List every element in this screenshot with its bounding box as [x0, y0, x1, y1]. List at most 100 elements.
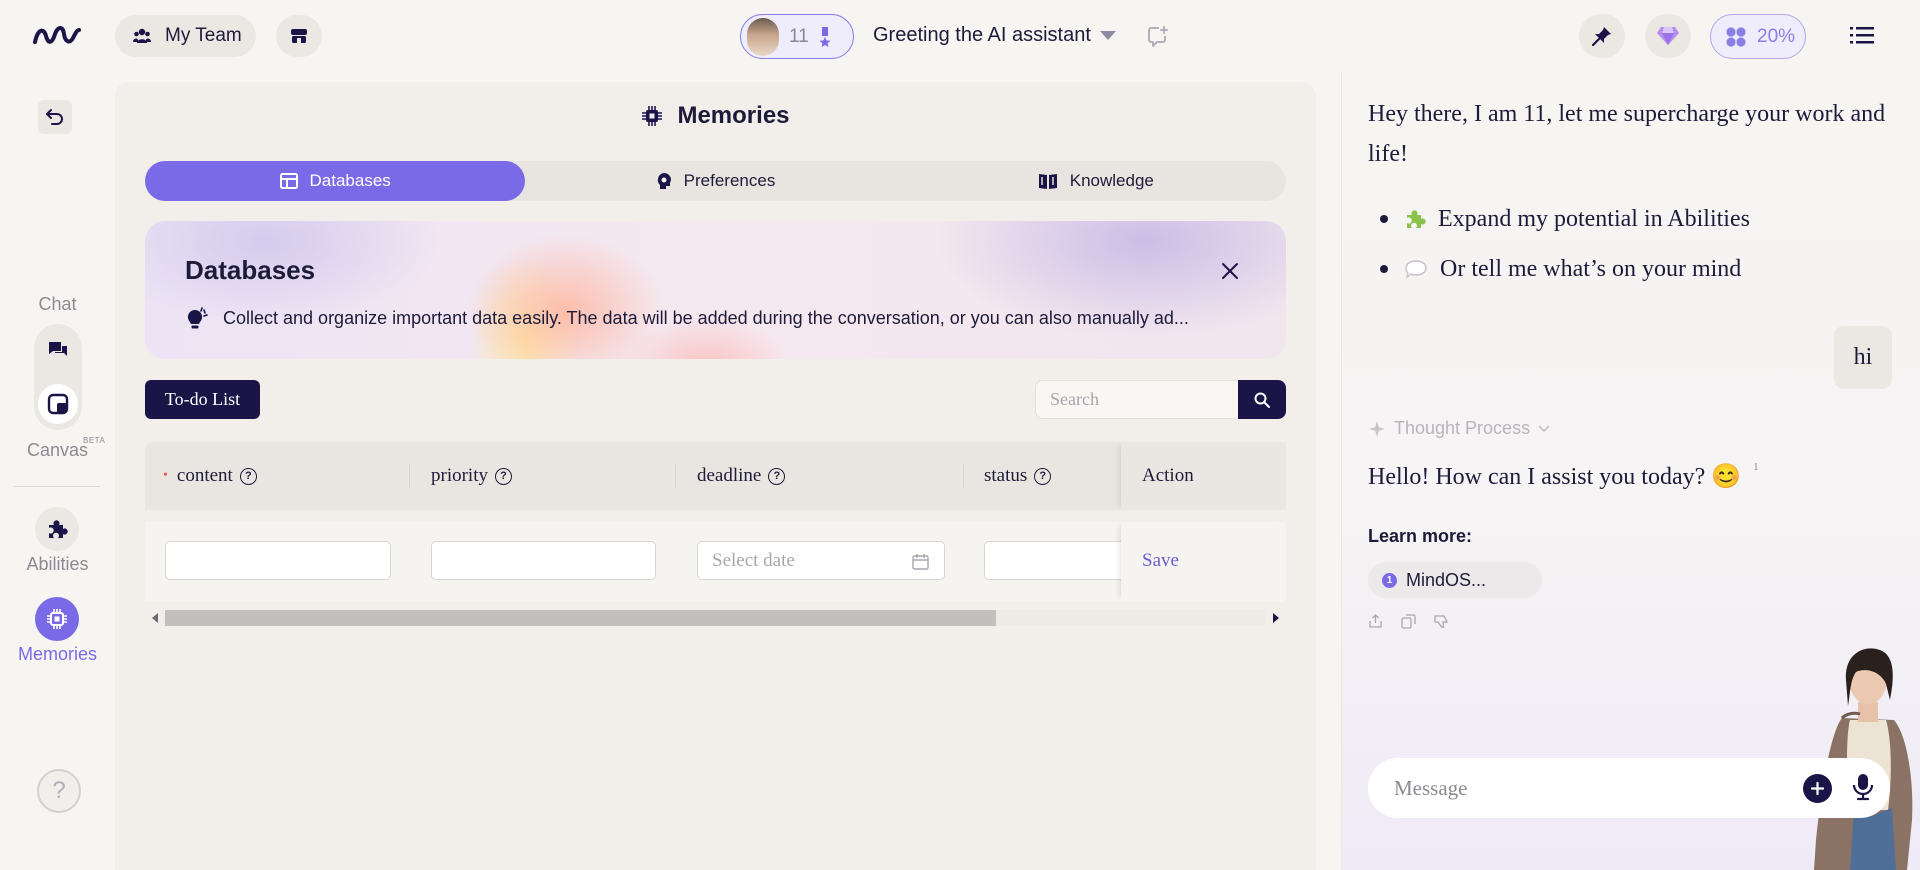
pin-button[interactable] — [1579, 14, 1625, 58]
source-chip[interactable]: 1 MindOS... — [1368, 562, 1542, 598]
horizontal-scrollbar[interactable] — [145, 608, 1286, 628]
banner-description: Collect and organize important data easi… — [223, 308, 1189, 328]
store-icon — [291, 29, 307, 43]
suggestion-item[interactable]: Or tell me what’s on your mind — [1368, 244, 1750, 294]
store-button[interactable] — [276, 15, 322, 57]
citation-marker[interactable]: 1 — [1753, 461, 1759, 473]
suggestion-item[interactable]: Expand my potential in Abilities — [1368, 194, 1750, 244]
column-header-deadline: deadline ? — [697, 442, 786, 510]
chip-icon — [47, 609, 67, 629]
answer-text: Hello! How can I assist you today? 😊 — [1368, 464, 1742, 490]
beta-badge: BETA — [83, 436, 106, 445]
my-team-label: My Team — [165, 25, 242, 46]
left-sidebar: Chat Canvas BETA Abilities Memories ? — [0, 72, 115, 870]
table-icon — [279, 173, 298, 189]
save-button[interactable]: Save — [1142, 550, 1179, 572]
puzzle-icon — [1407, 210, 1426, 228]
close-icon[interactable] — [1220, 261, 1240, 281]
plus-icon — [1811, 782, 1824, 795]
memories-panel: Memories Databases Preferences Knowledge — [115, 82, 1316, 870]
thumbs-down-icon[interactable] — [1434, 614, 1449, 629]
learn-more-label: Learn more: — [1368, 526, 1473, 546]
help-circle-icon[interactable]: ? — [768, 467, 786, 485]
suggestion-text: Or tell me what’s on your mind — [1440, 255, 1742, 282]
tab-knowledge[interactable]: Knowledge — [906, 161, 1286, 201]
back-button[interactable] — [38, 100, 72, 134]
scrollbar-thumb[interactable] — [165, 610, 996, 626]
table-header: • content ? priority ? deadline ? status… — [145, 442, 1286, 510]
share-icon[interactable] — [1368, 614, 1383, 629]
head-gear-icon — [657, 173, 671, 189]
agent-selector[interactable]: 11 — [740, 14, 854, 59]
premium-button[interactable] — [1645, 14, 1691, 58]
undo-icon — [46, 109, 63, 125]
column-divider — [963, 464, 964, 488]
column-header-label: deadline — [697, 465, 762, 486]
attach-button[interactable] — [1803, 774, 1832, 803]
chat-panel: Hey there, I am 11, let me supercharge y… — [1341, 72, 1920, 870]
mindos-logo[interactable] — [32, 22, 82, 50]
menu-icon[interactable] — [1850, 25, 1874, 45]
assistant-avatar-figure[interactable] — [1802, 640, 1920, 870]
help-circle-icon[interactable]: ? — [495, 467, 512, 485]
microphone-icon[interactable] — [1852, 773, 1874, 801]
thought-process-label: Thought Process — [1394, 418, 1531, 438]
deadline-date-picker[interactable]: Select date — [697, 541, 945, 580]
help-circle-icon[interactable]: ? — [239, 467, 257, 485]
panel-title-text: Memories — [677, 102, 790, 129]
calendar-icon — [912, 554, 929, 570]
pin-icon — [1591, 27, 1611, 47]
scroll-left-arrow-icon[interactable] — [151, 613, 159, 623]
memories-nav-button[interactable] — [35, 597, 79, 641]
bullet — [1380, 265, 1388, 273]
chat-nav-button[interactable] — [38, 330, 78, 370]
abilities-nav-button[interactable] — [35, 507, 79, 551]
search-input[interactable]: Search — [1035, 380, 1239, 419]
help-button[interactable]: ? — [37, 769, 81, 813]
databases-banner: Databases Collect and organize important… — [145, 221, 1286, 359]
canvas-nav-button[interactable] — [38, 384, 78, 424]
scroll-right-arrow-icon[interactable] — [1272, 613, 1280, 623]
copy-icon[interactable] — [1401, 614, 1416, 629]
required-marker: • — [163, 468, 168, 483]
memories-label: Memories — [17, 644, 97, 664]
content-field[interactable] — [165, 541, 391, 580]
abilities-label: Abilities — [26, 554, 89, 574]
chevron-down-icon — [1538, 424, 1550, 432]
column-header-priority: priority ? — [431, 442, 512, 510]
new-chat-icon[interactable] — [1147, 25, 1169, 47]
bullet — [1380, 215, 1388, 223]
status-field[interactable] — [984, 541, 1134, 580]
conversation-dropdown-icon[interactable] — [1100, 31, 1116, 40]
search-button[interactable] — [1238, 380, 1286, 419]
user-message: hi — [1834, 326, 1892, 389]
conversation-title[interactable]: Greeting the AI assistant — [873, 24, 1091, 47]
panel-title: Memories — [115, 102, 1316, 130]
help-circle-icon[interactable]: ? — [1034, 467, 1052, 485]
tab-preferences[interactable]: Preferences — [525, 161, 905, 201]
table-row: Select date Save — [145, 522, 1286, 602]
usage-indicator[interactable]: 20% — [1710, 14, 1806, 59]
message-input[interactable]: Message — [1368, 758, 1890, 818]
speech-bubble-icon — [1405, 260, 1427, 279]
diamond-icon — [1657, 27, 1679, 45]
search-icon — [1254, 392, 1270, 408]
tab-databases-label: Databases — [309, 171, 391, 190]
column-header-label: priority — [431, 465, 488, 486]
canvas-icon — [47, 393, 69, 415]
action-header-label: Action — [1142, 465, 1194, 486]
tab-databases[interactable]: Databases — [145, 161, 526, 201]
tab-preferences-label: Preferences — [683, 171, 776, 190]
my-team-button[interactable]: My Team — [115, 15, 256, 57]
column-divider — [675, 464, 676, 488]
priority-field[interactable] — [431, 541, 656, 580]
agent-number: 11 — [789, 25, 809, 47]
suggestion-list: Expand my potential in Abilities Or tell… — [1368, 194, 1750, 294]
thought-process-toggle[interactable]: Thought Process — [1368, 418, 1550, 439]
suggestion-text: Expand my potential in Abilities — [1438, 205, 1750, 232]
message-placeholder: Message — [1394, 775, 1468, 800]
tab-knowledge-label: Knowledge — [1069, 171, 1154, 190]
todo-list-button[interactable]: To-do List — [145, 380, 260, 419]
banner-title: Databases — [185, 255, 316, 285]
column-header-content: • content ? — [163, 442, 257, 510]
